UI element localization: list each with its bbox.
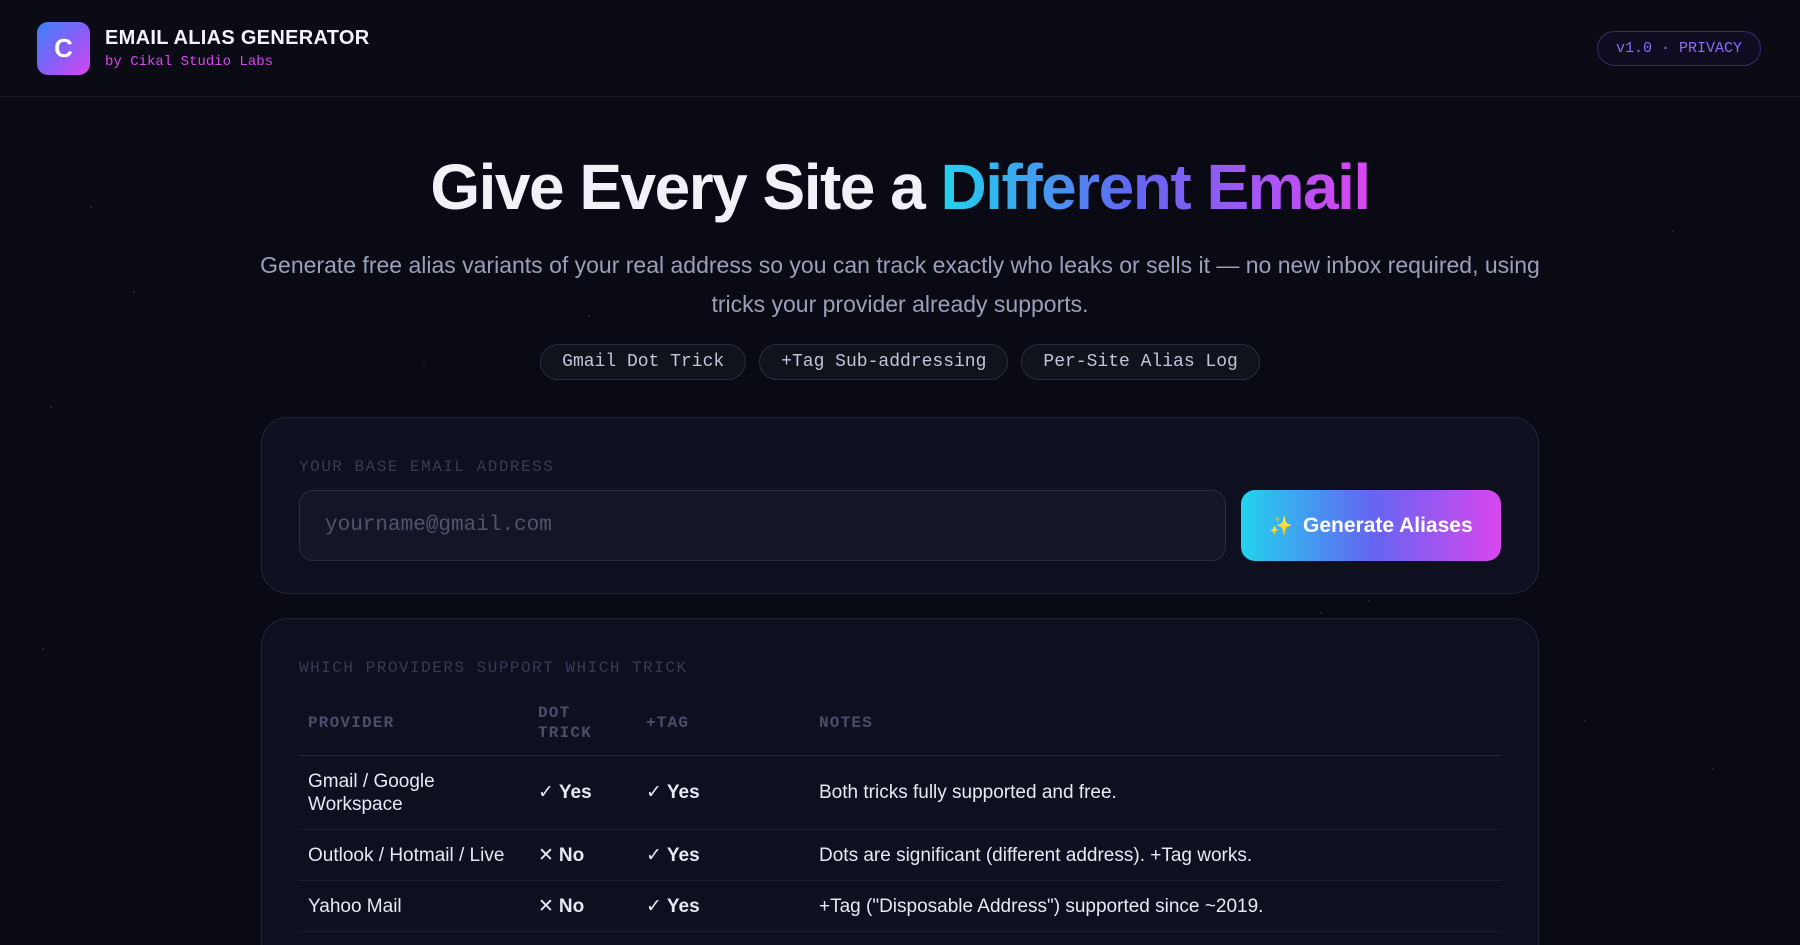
tag-value: Yes — [666, 782, 700, 803]
provider-cell: Yahoo Mail — [299, 880, 529, 932]
table-header-row: PROVIDER DOT TRICK +TAG NOTES — [299, 703, 1501, 756]
dot-cell: ✕ No — [529, 829, 637, 881]
tag-cell: ✓ Yes — [637, 880, 810, 932]
provider-cell: Gmail / Google Workspace — [299, 755, 529, 830]
tag-value: Yes — [666, 844, 700, 866]
check-icon: ✓ — [646, 844, 662, 866]
chip-tag-subaddressing: +Tag Sub-addressing — [759, 344, 1009, 380]
version-badge: v1.0 · PRIVACY — [1596, 30, 1761, 66]
hero-title-gradient: Different Email — [940, 151, 1372, 223]
feature-chips: Gmail Dot Trick +Tag Sub-addressing Per-… — [0, 344, 1800, 380]
sparkles-icon: ✨ — [1269, 515, 1293, 537]
check-icon: ✓ — [646, 782, 662, 803]
providers-card: WHICH PROVIDERS SUPPORT WHICH TRICK PROV… — [261, 618, 1539, 945]
dot-cell: ✓ Yes — [529, 755, 637, 830]
x-icon: ✕ — [538, 895, 554, 917]
notes-cell: Dots are significant (different address)… — [810, 829, 1501, 881]
app-title: EMAIL ALIAS GENERATOR — [105, 26, 370, 49]
app-subtitle: by Cikal Studio Labs — [105, 53, 274, 70]
check-icon: ✓ — [646, 895, 662, 917]
hero-subtitle: Generate free alias variants of your rea… — [260, 252, 1540, 317]
brand-text: EMAIL ALIAS GENERATOR by Cikal Studio La… — [105, 27, 369, 70]
notes-cell: +Tag ("Disposable Address") supported si… — [810, 880, 1501, 932]
base-email-input[interactable] — [299, 490, 1226, 561]
providers-table: PROVIDER DOT TRICK +TAG NOTES Gmail / Go… — [299, 703, 1501, 932]
hero-section: Give Every Site a Different Email Genera… — [0, 150, 1800, 380]
col-dot-trick-label: DOT TRICK — [538, 704, 593, 742]
col-notes: NOTES — [810, 703, 1501, 756]
chip-alias-log: Per-Site Alias Log — [1021, 344, 1260, 380]
app-logo: C — [37, 21, 90, 75]
table-row: Yahoo Mail ✕ No ✓ Yes +Tag ("Disposable Ad… — [299, 880, 1501, 932]
dot-value: No — [558, 844, 585, 866]
input-row: ✨ Generate Aliases — [299, 490, 1501, 561]
provider-cell: Outlook / Hotmail / Live — [299, 829, 529, 881]
brand[interactable]: C EMAIL ALIAS GENERATOR by Cikal Studio … — [37, 21, 369, 75]
tag-value: Yes — [666, 895, 700, 917]
email-input-label: YOUR BASE EMAIL ADDRESS — [299, 458, 555, 476]
col-provider: PROVIDER — [299, 703, 529, 756]
chip-dot-trick: Gmail Dot Trick — [540, 344, 747, 380]
x-icon: ✕ — [538, 844, 554, 866]
hero-title-plain: Give Every Site a — [430, 151, 941, 223]
notes-cell: Both tricks fully supported and free. — [810, 755, 1501, 830]
check-icon: ✓ — [538, 782, 554, 803]
generate-aliases-button[interactable]: ✨ Generate Aliases — [1241, 490, 1501, 561]
providers-label: WHICH PROVIDERS SUPPORT WHICH TRICK — [299, 659, 688, 677]
dot-value: Yes — [558, 782, 592, 803]
email-input-card: YOUR BASE EMAIL ADDRESS ✨ Generate Alias… — [261, 417, 1539, 594]
table-row: Outlook / Hotmail / Live ✕ No ✓ Yes Dots a… — [299, 829, 1501, 881]
tag-cell: ✓ Yes — [637, 755, 810, 830]
top-bar: C EMAIL ALIAS GENERATOR by Cikal Studio … — [0, 0, 1800, 97]
dot-value: No — [558, 895, 585, 917]
hero-title: Give Every Site a Different Email — [0, 150, 1800, 224]
col-dot-trick: DOT TRICK — [529, 703, 637, 756]
col-tag: +TAG — [637, 703, 810, 756]
dot-cell: ✕ No — [529, 880, 637, 932]
table-row: Gmail / Google Workspace ✓ Yes ✓ Yes Both … — [299, 755, 1501, 830]
tag-cell: ✓ Yes — [637, 829, 810, 881]
generate-aliases-label: Generate Aliases — [1303, 513, 1473, 537]
